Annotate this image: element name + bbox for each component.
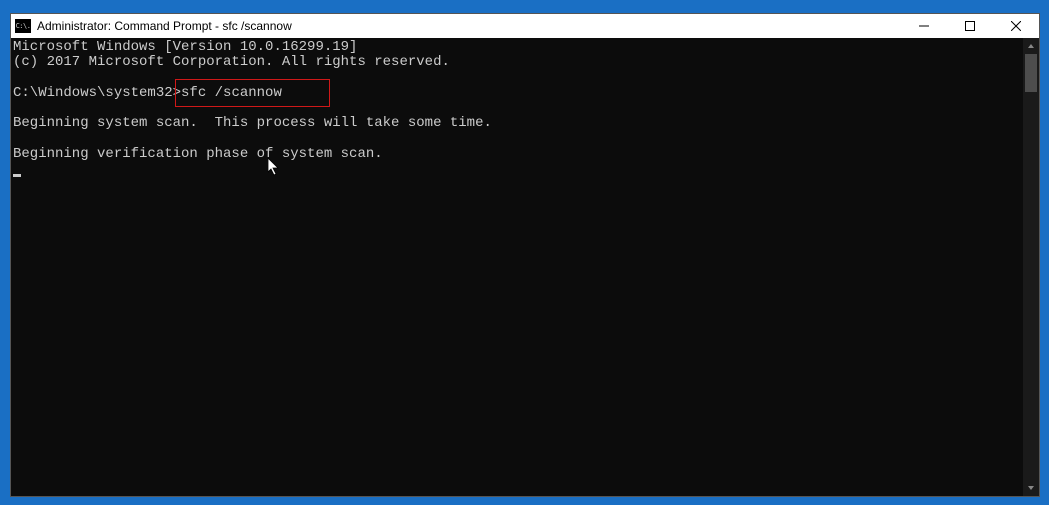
titlebar[interactable]: C:\. Administrator: Command Prompt - sfc… bbox=[11, 14, 1039, 38]
scrollbar-track[interactable] bbox=[1023, 54, 1039, 480]
terminal-body: Microsoft Windows [Version 10.0.16299.19… bbox=[11, 38, 1039, 496]
maximize-button[interactable] bbox=[947, 14, 993, 38]
chevron-up-icon bbox=[1027, 42, 1035, 50]
prompt-text: C:\Windows\system32> bbox=[13, 85, 181, 101]
window-title: Administrator: Command Prompt - sfc /sca… bbox=[37, 19, 901, 33]
scrollbar-thumb[interactable] bbox=[1025, 54, 1037, 92]
command-prompt-window: C:\. Administrator: Command Prompt - sfc… bbox=[10, 13, 1040, 497]
vertical-scrollbar[interactable] bbox=[1023, 38, 1039, 496]
close-button[interactable] bbox=[993, 14, 1039, 38]
window-controls bbox=[901, 14, 1039, 38]
output-line: Microsoft Windows [Version 10.0.16299.19… bbox=[13, 39, 357, 55]
scroll-down-button[interactable] bbox=[1023, 480, 1039, 496]
output-line: (c) 2017 Microsoft Corporation. All righ… bbox=[13, 54, 450, 70]
minimize-icon bbox=[919, 21, 929, 31]
close-icon bbox=[1011, 21, 1021, 31]
terminal-output[interactable]: Microsoft Windows [Version 10.0.16299.19… bbox=[11, 38, 1023, 496]
output-line: Beginning system scan. This process will… bbox=[13, 115, 492, 131]
maximize-icon bbox=[965, 21, 975, 31]
text-cursor bbox=[13, 174, 21, 177]
cmd-icon: C:\. bbox=[15, 19, 31, 33]
minimize-button[interactable] bbox=[901, 14, 947, 38]
chevron-down-icon bbox=[1027, 484, 1035, 492]
command-text: sfc /scannow bbox=[181, 85, 282, 101]
output-line: Beginning verification phase of system s… bbox=[13, 146, 383, 162]
scroll-up-button[interactable] bbox=[1023, 38, 1039, 54]
